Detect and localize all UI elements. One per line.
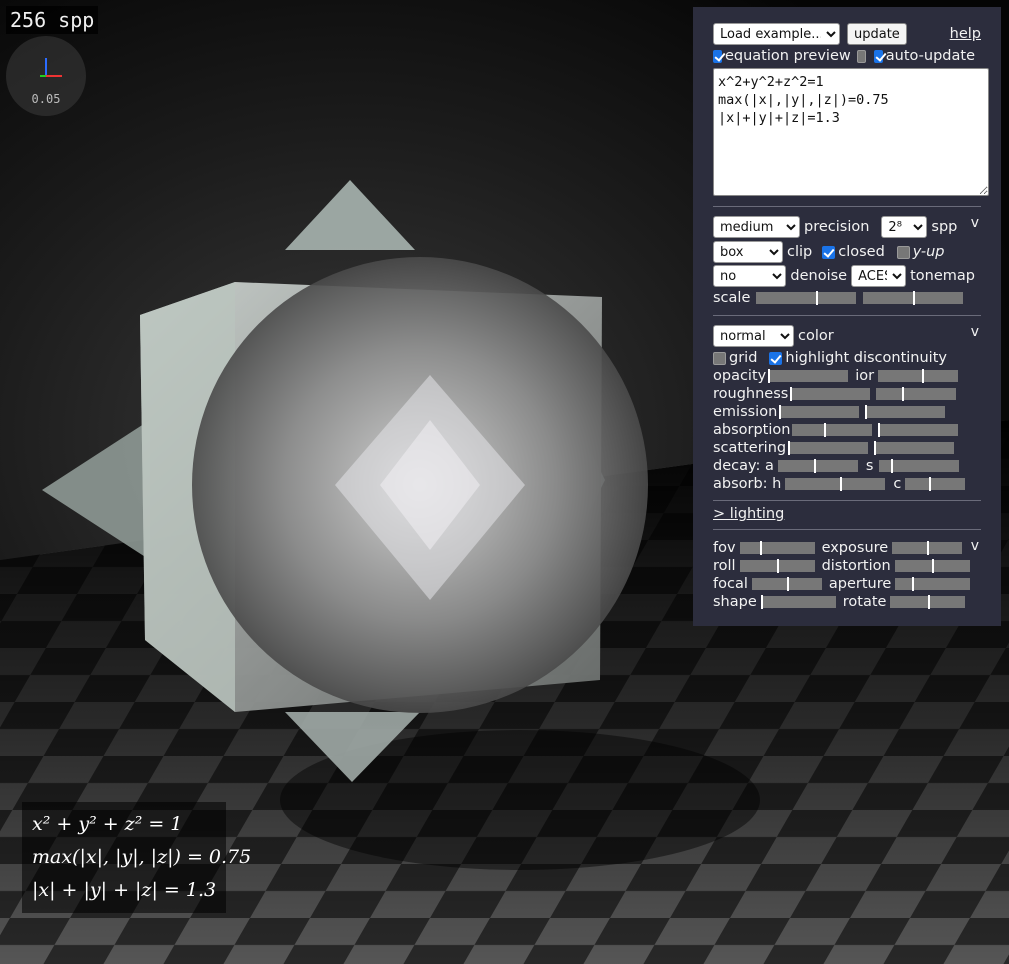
closed-label: closed — [838, 244, 885, 260]
ior-slider[interactable] — [878, 369, 959, 383]
absorption-label: absorption — [713, 422, 791, 438]
spp-label: spp — [931, 219, 958, 235]
control-panel: Load example... update help equation pre… — [693, 7, 1001, 626]
absorb-label: absorb: h — [713, 476, 782, 492]
focal-slider[interactable] — [751, 577, 822, 591]
unnamed-checkbox[interactable] — [856, 49, 866, 63]
scattering-slider[interactable] — [788, 441, 869, 455]
tonemap-select[interactable]: ACES — [851, 265, 907, 287]
equation-preview: x² + y² + z² = 1 max(|x|, |y|, |z|) = 0.… — [22, 802, 252, 913]
decay-a-slider[interactable] — [777, 459, 858, 473]
load-example-select[interactable]: Load example... — [713, 23, 840, 45]
divider — [713, 529, 981, 530]
spp-select[interactable]: 2⁸ — [881, 216, 928, 238]
focal-label: focal — [713, 576, 748, 592]
absorb-c-label: c — [893, 476, 902, 492]
divider — [713, 315, 981, 316]
opacity-label: opacity — [713, 368, 767, 384]
roughness-slider[interactable] — [790, 387, 871, 401]
y-up-label: y-up — [912, 244, 945, 260]
roll-label: roll — [713, 558, 736, 574]
roll-slider[interactable] — [739, 559, 815, 573]
absorb-h-slider[interactable] — [785, 477, 886, 491]
shape-label: shape — [713, 594, 757, 610]
scattering-slider-2[interactable] — [874, 441, 955, 455]
equation-preview-label: equation preview — [724, 48, 851, 64]
equation-preview-checkbox[interactable] — [713, 49, 722, 63]
distortion-label: distortion — [821, 558, 891, 574]
rotate-slider[interactable] — [890, 595, 966, 609]
axis-scale-label: 0.05 — [31, 92, 61, 106]
equation-line: x² + y² + z² = 1 — [32, 813, 183, 835]
grid-checkbox[interactable] — [713, 351, 726, 365]
axis-icon — [40, 58, 62, 77]
denoise-select[interactable]: no — [713, 265, 787, 287]
clip-select[interactable]: box — [713, 241, 783, 263]
precision-select[interactable]: medium — [713, 216, 800, 238]
decay-s-label: s — [865, 458, 874, 474]
absorption-slider-2[interactable] — [878, 423, 959, 437]
scale-slider[interactable] — [756, 291, 857, 305]
aperture-slider[interactable] — [895, 577, 971, 591]
decay-label: decay: a — [713, 458, 774, 474]
roughness-label: roughness — [713, 386, 789, 402]
axis-gizmo[interactable]: 0.05 — [6, 36, 86, 116]
equation-line: max(|x|, |y|, |z|) = 0.75 — [32, 846, 252, 868]
auto-update-label: auto-update — [885, 48, 976, 64]
opacity-slider[interactable] — [768, 369, 849, 383]
grid-label: grid — [729, 350, 758, 366]
highlight-discontinuity-checkbox[interactable] — [769, 351, 783, 365]
absorb-c-slider[interactable] — [905, 477, 966, 491]
equation-input[interactable] — [713, 68, 989, 196]
rotate-label: rotate — [842, 594, 887, 610]
lighting-section-toggle[interactable]: > lighting — [713, 506, 784, 522]
distortion-slider[interactable] — [894, 559, 970, 573]
scale-slider-2[interactable] — [863, 291, 964, 305]
emission-label: emission — [713, 404, 778, 420]
help-link[interactable]: help — [950, 26, 981, 42]
shape-slider[interactable] — [760, 595, 836, 609]
divider — [713, 500, 981, 501]
roughness-slider-2[interactable] — [876, 387, 957, 401]
ior-label: ior — [855, 368, 875, 384]
divider — [713, 206, 981, 207]
equation-line: |x| + |y| + |z| = 1.3 — [32, 879, 217, 901]
scattering-label: scattering — [713, 440, 787, 456]
fov-label: fov — [713, 540, 736, 556]
highlight-discontinuity-label: highlight discontinuity — [785, 350, 947, 366]
clip-label: clip — [787, 244, 813, 260]
aperture-label: aperture — [828, 576, 892, 592]
auto-update-checkbox[interactable] — [873, 49, 883, 63]
color-label: color — [798, 328, 834, 344]
precision-label: precision — [804, 219, 870, 235]
decay-s-slider[interactable] — [879, 459, 960, 473]
closed-checkbox[interactable] — [822, 245, 836, 259]
exposure-label: exposure — [821, 540, 889, 556]
tonemap-label: tonemap — [910, 268, 975, 284]
absorption-slider[interactable] — [792, 423, 873, 437]
scale-label: scale — [713, 290, 751, 306]
y-up-checkbox[interactable] — [896, 245, 910, 259]
emission-slider[interactable] — [779, 405, 860, 419]
update-button[interactable]: update — [847, 23, 907, 45]
exposure-slider[interactable] — [892, 541, 963, 555]
color-select[interactable]: normal — [713, 325, 794, 347]
spp-counter: 256 spp — [6, 6, 99, 34]
denoise-label: denoise — [790, 268, 848, 284]
emission-slider-2[interactable] — [865, 405, 946, 419]
fov-slider[interactable] — [739, 541, 815, 555]
